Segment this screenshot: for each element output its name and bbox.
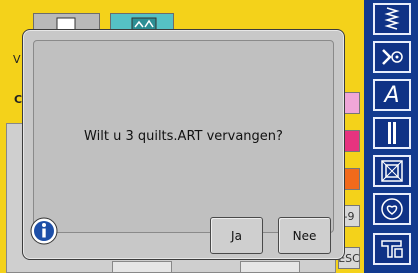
bg-thumbnail-2 [240, 261, 300, 273]
sidebar-item-heart[interactable] [373, 193, 411, 225]
sidebar-item-quilt[interactable] [373, 155, 411, 187]
sidebar-item-embroidery[interactable] [373, 233, 411, 265]
sidebar-item-buttonhole[interactable] [373, 117, 411, 149]
no-button[interactable]: Nee [278, 217, 331, 254]
right-sidebar: A [364, 0, 418, 273]
sidebar-item-decorative[interactable] [373, 41, 411, 73]
heart-icon [381, 198, 403, 220]
decorative-stitch-icon [382, 49, 403, 65]
embroidery-machine-icon [381, 240, 403, 258]
buttonhole-icon [388, 122, 396, 144]
bg-label-c: C [14, 93, 23, 106]
sidebar-item-alphabet[interactable]: A [373, 79, 411, 111]
bg-thumbnail-1 [112, 261, 172, 273]
info-icon[interactable] [29, 216, 59, 246]
quilt-icon [381, 160, 403, 182]
dialog-message: Wilt u 3 quilts.ART vervangen? [84, 129, 283, 144]
zigzag-stitch-icon [384, 7, 400, 30]
bg-label-v: V [13, 53, 21, 66]
confirm-dialog: Wilt u 3 quilts.ART vervangen? Ja Nee [22, 29, 345, 260]
sidebar-item-zigzag[interactable] [373, 3, 411, 35]
yes-button[interactable]: Ja [210, 217, 263, 254]
dialog-message-area: Wilt u 3 quilts.ART vervangen? [33, 40, 334, 233]
alphabet-icon: A [384, 82, 400, 108]
